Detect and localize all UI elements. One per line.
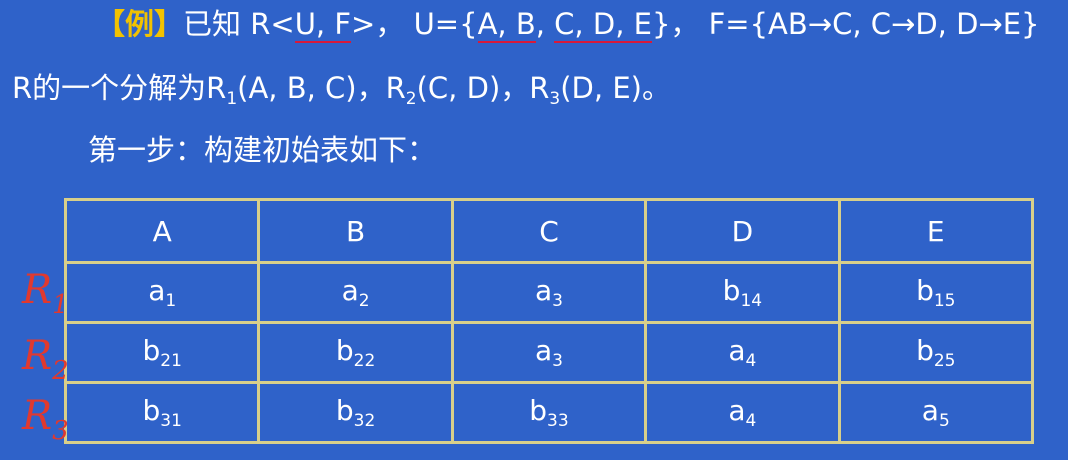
table-row: b21 b22 a3 a4 b25 xyxy=(63,321,1035,384)
decomp-text-1: (A, B, C)，R xyxy=(237,71,406,105)
decomposition-statement: R的一个分解为R1(A, B, C)，R2(C, D)，R3(D, E)。 xyxy=(12,70,671,117)
table-cell: b33 xyxy=(450,381,648,444)
table-header-row: A B C D E xyxy=(63,198,1035,264)
table-cell: a4 xyxy=(644,381,841,444)
table-cell: b32 xyxy=(257,381,454,444)
table-cell: b31 xyxy=(63,381,261,444)
relation-params: U, F xyxy=(294,7,352,43)
table-cell: a4 xyxy=(644,321,841,384)
u-close: }， xyxy=(651,7,700,41)
f-set: F={AB→C, C→D, D→E} xyxy=(708,7,1040,41)
gt-sign: >， xyxy=(351,7,405,41)
table-cell: b15 xyxy=(837,261,1035,324)
u-set-comma: , xyxy=(535,7,555,41)
table-cell: b14 xyxy=(644,261,841,324)
table-row: b31 b32 b33 a4 a5 xyxy=(63,381,1035,444)
column-header: C xyxy=(450,198,648,264)
table-cell: b25 xyxy=(837,321,1035,384)
decomp-sub-2: 2 xyxy=(405,89,417,109)
table-row: a1 a2 a3 b14 b15 xyxy=(63,261,1035,324)
table-cell: b22 xyxy=(257,321,454,384)
step-one-heading: 第一步：构建初始表如下： xyxy=(88,133,437,167)
lt-sign: < xyxy=(270,7,295,41)
table-cell: a3 xyxy=(450,261,648,324)
handwritten-r2: R2 xyxy=(22,333,69,386)
u-equals: U={ xyxy=(413,7,478,41)
table-cell: a3 xyxy=(450,321,648,384)
decomp-text-0: R的一个分解为R xyxy=(12,71,227,105)
handwritten-r1: R1 xyxy=(22,267,69,320)
table-cell: a1 xyxy=(63,261,261,324)
handwritten-r3: R3 xyxy=(22,393,69,446)
u-set-part2: C, D, E xyxy=(554,7,652,43)
example-tag: 【例】 xyxy=(96,7,184,41)
example-statement: 【例】已知 R<U, F>， U={A, B, C, D, E}， F={AB→… xyxy=(96,6,1040,43)
known-text: 已知 R xyxy=(183,7,271,41)
decomp-text-2: (C, D)，R xyxy=(416,71,550,105)
initial-table: A B C D E a1 a2 a3 b14 b15 b21 b22 a3 a4… xyxy=(63,198,1035,444)
table-cell: b21 xyxy=(63,321,261,384)
u-set-part1: A, B xyxy=(477,7,536,43)
column-header: E xyxy=(837,198,1035,264)
column-header: D xyxy=(644,198,841,264)
column-header: B xyxy=(257,198,454,264)
column-header: A xyxy=(63,198,261,264)
table-cell: a5 xyxy=(837,381,1035,444)
decomp-sub-3: 3 xyxy=(549,89,561,109)
table-cell: a2 xyxy=(257,261,454,324)
decomp-sub-1: 1 xyxy=(226,89,238,109)
decomp-text-3: (D, E)。 xyxy=(560,71,671,105)
